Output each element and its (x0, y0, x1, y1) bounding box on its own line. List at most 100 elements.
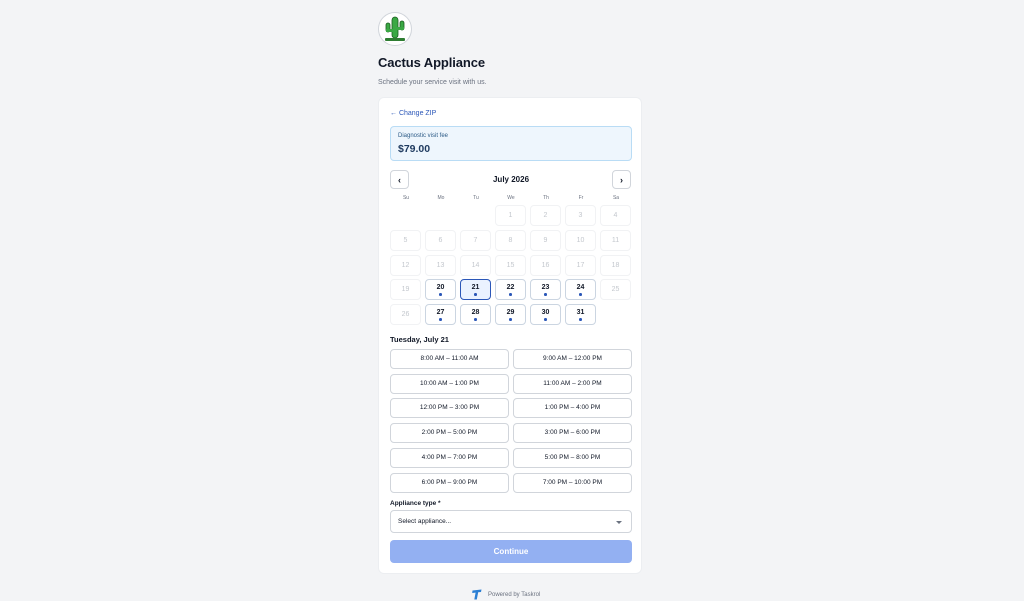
time-slot-button[interactable]: 6:00 PM – 9:00 PM (390, 473, 509, 493)
weekday-header: Sa (612, 195, 620, 201)
time-slot-button[interactable]: 1:00 PM – 4:00 PM (513, 398, 632, 418)
calendar-day: 25 (600, 279, 631, 300)
calendar-day: 18 (600, 255, 631, 276)
calendar-day[interactable]: 31 (565, 304, 596, 325)
calendar-day-number: 21 (471, 284, 480, 291)
business-name: Cactus Appliance (378, 55, 486, 70)
availability-dot-icon (439, 293, 442, 296)
availability-dot-icon (439, 318, 442, 321)
month-label: July 2026 (492, 175, 530, 184)
calendar-day: 5 (390, 230, 421, 251)
weekday-header: Fr (578, 195, 584, 201)
taskrol-logo-icon (472, 589, 482, 600)
availability-dot-icon (509, 293, 512, 296)
next-month-button[interactable]: › (612, 170, 631, 189)
calendar-day-number: 16 (541, 262, 550, 269)
calendar-day[interactable]: 20 (425, 279, 456, 300)
calendar-day: 19 (390, 279, 421, 300)
continue-button[interactable]: Continue (390, 540, 632, 563)
calendar-day-number: 29 (506, 309, 515, 316)
calendar-day: 1 (495, 205, 526, 226)
calendar-day-number: 11 (611, 237, 620, 244)
time-slot-button[interactable]: 11:00 AM – 2:00 PM (513, 374, 632, 394)
time-slot-button[interactable]: 9:00 AM – 12:00 PM (513, 349, 632, 369)
calendar-day-number: 27 (436, 309, 445, 316)
calendar-day[interactable]: 23 (530, 279, 561, 300)
time-slot-button[interactable]: 12:00 PM – 3:00 PM (390, 398, 509, 418)
calendar-day[interactable]: 28 (460, 304, 491, 325)
time-slot-button[interactable]: 4:00 PM – 7:00 PM (390, 448, 509, 468)
cactus-icon (380, 14, 410, 44)
calendar-day[interactable]: 22 (495, 279, 526, 300)
time-slot-button[interactable]: 5:00 PM – 8:00 PM (513, 448, 632, 468)
calendar-day: 15 (495, 255, 526, 276)
time-slot-button[interactable]: 10:00 AM – 1:00 PM (390, 374, 509, 394)
calendar-day-number: 5 (403, 237, 408, 244)
calendar-day[interactable]: 27 (425, 304, 456, 325)
calendar-day: 16 (530, 255, 561, 276)
calendar-day-number: 2 (543, 212, 548, 219)
change-zip-link[interactable]: ← Change ZIP (390, 110, 436, 117)
calendar-day: 12 (390, 255, 421, 276)
weekday-header: We (507, 195, 515, 201)
calendar-day: 2 (530, 205, 561, 226)
availability-dot-icon (544, 318, 547, 321)
calendar-day: 26 (390, 304, 421, 325)
calendar-day-number: 7 (473, 237, 478, 244)
chevron-down-icon (616, 521, 622, 524)
calendar-day-number: 4 (613, 212, 618, 219)
booking-card: ← Change ZIP Diagnostic visit fee $79.00… (378, 97, 642, 574)
fee-amount: $79.00 (398, 143, 431, 155)
calendar-day-number: 26 (401, 311, 410, 318)
weekday-header: Tu (473, 195, 479, 201)
calendar-day-number: 18 (611, 262, 620, 269)
calendar-day[interactable]: 21 (460, 279, 491, 300)
calendar-day[interactable]: 29 (495, 304, 526, 325)
calendar-day-number: 8 (508, 237, 513, 244)
time-slot-button[interactable]: 8:00 AM – 11:00 AM (390, 349, 509, 369)
weekday-header: Th (543, 195, 549, 201)
calendar-day-number: 9 (543, 237, 548, 244)
availability-dot-icon (579, 318, 582, 321)
calendar-day-number: 19 (401, 286, 410, 293)
appliance-type-label: Appliance type * (390, 500, 441, 507)
calendar-day-number: 10 (576, 237, 585, 244)
calendar-day: 14 (460, 255, 491, 276)
selected-date-heading: Tuesday, July 21 (390, 335, 449, 344)
calendar-day: 17 (565, 255, 596, 276)
powered-by: Powered by Taskrol (472, 589, 540, 600)
availability-dot-icon (544, 293, 547, 296)
calendar-day: 3 (565, 205, 596, 226)
calendar-day-number: 24 (576, 284, 585, 291)
fee-label: Diagnostic visit fee (398, 133, 449, 139)
powered-by-text: Powered by Taskrol (488, 591, 541, 598)
weekday-header: Su (402, 195, 410, 201)
calendar-day-number: 28 (471, 309, 480, 316)
time-slot-button[interactable]: 7:00 PM – 10:00 PM (513, 473, 632, 493)
fee-box: Diagnostic visit fee $79.00 (390, 126, 632, 161)
calendar-day: 6 (425, 230, 456, 251)
calendar-day: 4 (600, 205, 631, 226)
calendar-day: 10 (565, 230, 596, 251)
calendar-day-number: 31 (576, 309, 585, 316)
calendar-day-number: 12 (401, 262, 410, 269)
calendar-day: 7 (460, 230, 491, 251)
calendar-day-number: 23 (541, 284, 550, 291)
calendar-day: 11 (600, 230, 631, 251)
calendar-day-number: 15 (506, 262, 515, 269)
calendar-day-number: 3 (578, 212, 583, 219)
calendar-day-number: 13 (436, 262, 445, 269)
calendar-day[interactable]: 24 (565, 279, 596, 300)
time-slot-button[interactable]: 3:00 PM – 6:00 PM (513, 423, 632, 443)
weekday-header: Mo (437, 195, 445, 201)
appliance-select-value: Select appliance... (398, 518, 452, 525)
calendar-day-number: 22 (506, 284, 515, 291)
availability-dot-icon (579, 293, 582, 296)
calendar-day: 13 (425, 255, 456, 276)
availability-dot-icon (474, 318, 477, 321)
calendar-day[interactable]: 30 (530, 304, 561, 325)
business-tagline: Schedule your service visit with us. (378, 79, 487, 86)
calendar-day-number: 25 (611, 286, 620, 293)
appliance-select[interactable]: Select appliance... (390, 510, 632, 533)
time-slot-button[interactable]: 2:00 PM – 5:00 PM (390, 423, 509, 443)
